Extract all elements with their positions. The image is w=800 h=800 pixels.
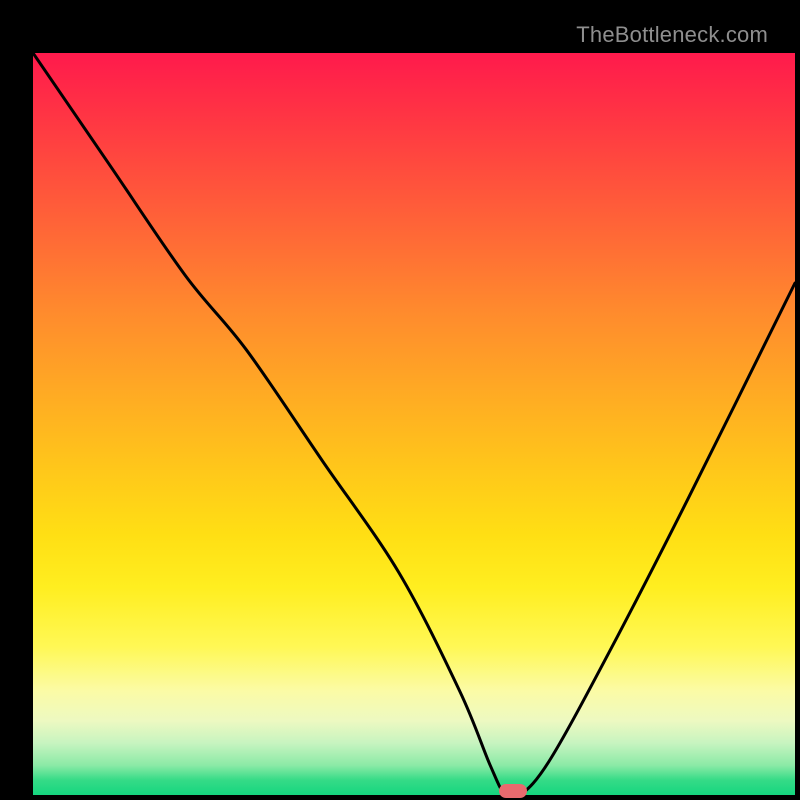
plot-area	[30, 50, 798, 798]
optimal-marker	[499, 784, 527, 798]
watermark-text: TheBottleneck.com	[576, 22, 768, 48]
bottleneck-curve	[33, 53, 795, 795]
chart-frame: TheBottleneck.com	[14, 14, 786, 786]
